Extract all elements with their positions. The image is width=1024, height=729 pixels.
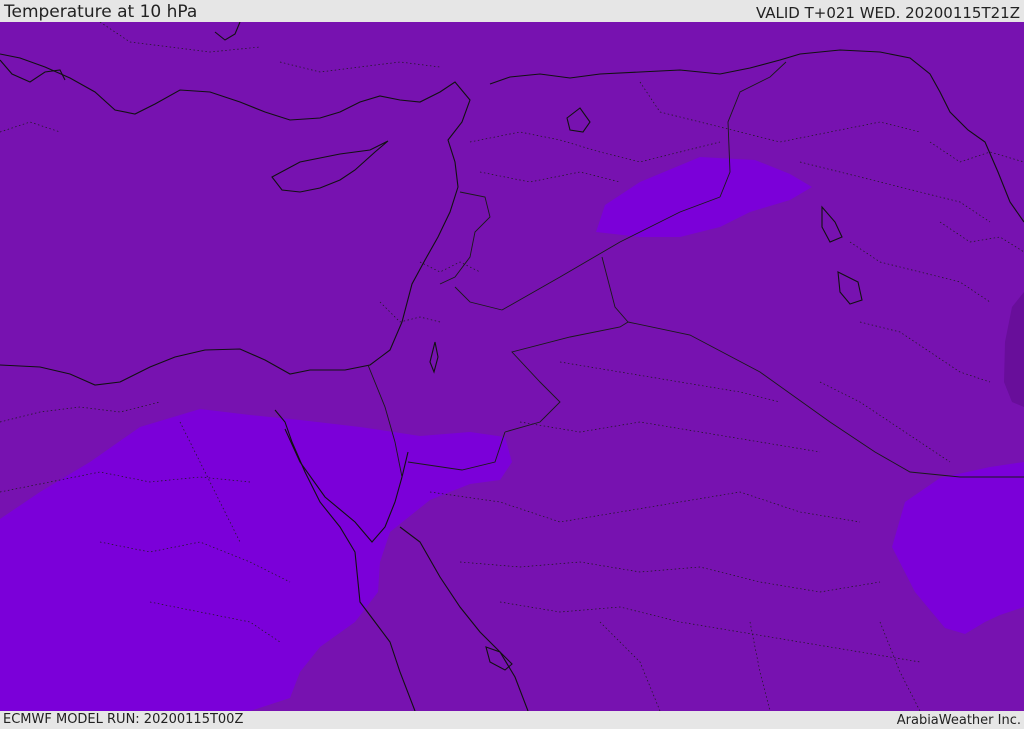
map-title: Temperature at 10 hPa (4, 2, 198, 22)
footer-bar: ECMWF MODEL RUN: 20200115T00Z ArabiaWeat… (0, 711, 1024, 729)
weather-map[interactable] (0, 22, 1024, 711)
credit-label: ArabiaWeather Inc. (896, 713, 1021, 728)
model-run-label: ECMWF MODEL RUN: 20200115T00Z (3, 712, 244, 727)
header-bar: Temperature at 10 hPa VALID T+021 WED. 2… (0, 0, 1024, 22)
valid-time: VALID T+021 WED. 20200115T21Z (755, 4, 1020, 22)
map-canvas (0, 22, 1024, 711)
